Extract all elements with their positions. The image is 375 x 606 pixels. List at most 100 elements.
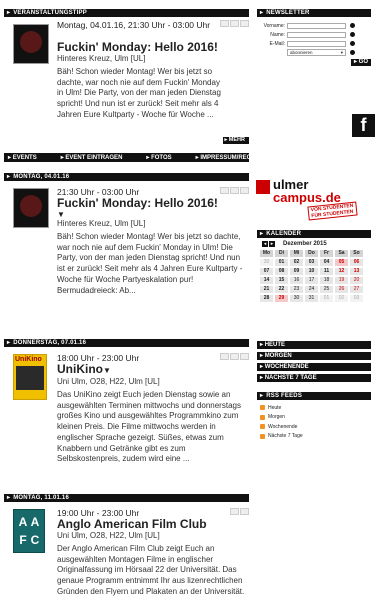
calendar-weekday: So bbox=[350, 250, 363, 257]
rss-icon bbox=[260, 433, 265, 439]
name-label: Name: bbox=[270, 31, 285, 38]
newsletter-form: Vorname: Name: E-Mail: abonnieren ▾ ▸ GO bbox=[257, 21, 371, 66]
rss-header: ▸ RSS FEEDS bbox=[257, 392, 371, 400]
rss-item[interactable]: Wochenende bbox=[257, 422, 371, 432]
calendar-day[interactable]: 19 bbox=[335, 277, 348, 284]
calendar-day[interactable]: 08 bbox=[275, 268, 288, 275]
event-description: Der Anglo American Film Club zeigt Euch … bbox=[57, 544, 245, 596]
kalender-header: ▸ KALENDER bbox=[257, 230, 371, 238]
calendar-weekday: Sa bbox=[335, 250, 348, 257]
event-location[interactable]: Uni Ulm, O28, H22, Ulm [UL] bbox=[57, 531, 249, 541]
tip-event-thumbnail[interactable] bbox=[13, 24, 49, 64]
calendar-day[interactable]: 25 bbox=[320, 286, 333, 293]
calendar-day[interactable]: 05 bbox=[335, 259, 348, 266]
chevron-down-icon[interactable]: ▼ bbox=[57, 210, 249, 219]
calendar-day[interactable]: 20 bbox=[350, 277, 363, 284]
calendar-day[interactable]: 30 bbox=[290, 295, 303, 302]
event-title[interactable]: Fuckin' Monday: Hello 2016! bbox=[57, 197, 249, 210]
newsletter-select[interactable]: abonnieren ▾ bbox=[287, 49, 346, 56]
day-header: ▸ MONTAG, 04.01.16 bbox=[4, 173, 249, 181]
tip-event-location[interactable]: Hinteres Kreuz, Ulm [UL] bbox=[57, 54, 249, 64]
naechste-7-tage-link[interactable]: ▸ NÄCHSTE 7 TAGE bbox=[257, 374, 371, 382]
next-month-button[interactable]: ▸ bbox=[269, 241, 275, 247]
rss-icon bbox=[260, 405, 265, 411]
calendar-grid: Mo Di Mi Do Fr Sa So 30 01 02 03 04 05 06 07 08 09 10 11 12… bbox=[260, 250, 371, 302]
day-header: ▸ DONNERSTAG, 07.01.16 bbox=[4, 339, 249, 347]
tip-event: Montag, 04.01.16, 21:30 Uhr - 03:00 Uhr … bbox=[4, 20, 249, 148]
calendar-day[interactable]: 10 bbox=[305, 268, 318, 275]
calendar-day[interactable]: 11 bbox=[320, 268, 333, 275]
calendar-weekday: Fr bbox=[320, 250, 333, 257]
calendar-day[interactable]: 31 bbox=[305, 295, 318, 302]
calendar-day[interactable]: 04 bbox=[320, 259, 333, 266]
nav-impressum[interactable]: ▸ IMPRESSUM/RECHTLICHES bbox=[192, 154, 281, 161]
event-thumbnail[interactable]: UniKino bbox=[13, 354, 47, 400]
info-icon[interactable] bbox=[350, 41, 355, 46]
calendar-day[interactable]: 13 bbox=[350, 268, 363, 275]
calendar-day[interactable]: 23 bbox=[290, 286, 303, 293]
event-title[interactable]: Anglo American Film Club bbox=[57, 518, 249, 531]
rss-item[interactable]: Nächste 7 Tage bbox=[257, 432, 371, 442]
email-field[interactable] bbox=[287, 40, 346, 47]
calendar-day[interactable]: 06 bbox=[350, 259, 363, 266]
calendar-day[interactable]: 14 bbox=[260, 277, 273, 284]
nav-event-eintragen[interactable]: ▸ EVENT EINTRAGEN bbox=[57, 154, 123, 161]
event-location[interactable]: Hinteres Kreuz, Ulm [UL] bbox=[57, 219, 249, 229]
name-field[interactable] bbox=[287, 31, 346, 38]
newsletter-header: ▸ NEWSLETTER bbox=[257, 9, 371, 17]
calendar-day[interactable]: 27 bbox=[350, 286, 363, 293]
tip-event-time: Montag, 04.01.16, 21:30 Uhr - 03:00 Uhr bbox=[57, 20, 211, 30]
calendar-day[interactable]: 15 bbox=[275, 277, 288, 284]
calendar-day: 01 bbox=[320, 295, 333, 302]
calendar-day[interactable]: 29 bbox=[275, 295, 288, 302]
calendar-day[interactable]: 21 bbox=[260, 286, 273, 293]
vorname-label: Vorname: bbox=[263, 22, 285, 29]
calendar-day[interactable]: 09 bbox=[290, 268, 303, 275]
calendar-day[interactable]: 24 bbox=[305, 286, 318, 293]
nav-events[interactable]: ▸ EVENTS bbox=[4, 154, 37, 161]
morgen-link[interactable]: ▸ MORGEN bbox=[257, 352, 371, 360]
calendar-weekday: Di bbox=[275, 250, 288, 257]
heute-link[interactable]: ▸ HEUTE bbox=[257, 341, 371, 349]
print-icon[interactable] bbox=[240, 20, 249, 27]
mehr-button[interactable]: ▸ MEHR bbox=[222, 137, 249, 144]
event-item: UniKino 18:00 Uhr - 23:00 Uhr UniKino▼ U… bbox=[4, 353, 249, 483]
calendar-day[interactable]: 01 bbox=[275, 259, 288, 266]
vorname-field[interactable] bbox=[287, 22, 346, 29]
calendar-month: Dezember 2015 bbox=[283, 241, 327, 247]
prev-month-button[interactable]: ◂ bbox=[262, 241, 268, 247]
info-icon[interactable] bbox=[350, 32, 355, 37]
event-description: Das UniKino zeigt Euch jeden Dienstag so… bbox=[57, 390, 241, 464]
wochenende-link[interactable]: ▸ WOCHENENDE bbox=[257, 363, 371, 371]
calendar-day[interactable]: 02 bbox=[290, 259, 303, 266]
tip-event-description: Bäh! Schon wieder Montag! Wer bis jetzt … bbox=[57, 67, 221, 119]
event-thumbnail[interactable] bbox=[13, 188, 49, 228]
chevron-down-icon[interactable]: ▼ bbox=[103, 366, 111, 375]
info-icon[interactable] bbox=[350, 50, 355, 55]
tip-event-title[interactable]: Fuckin' Monday: Hello 2016! bbox=[57, 41, 249, 54]
facebook-icon[interactable]: f bbox=[352, 114, 375, 137]
rss-icon bbox=[260, 424, 265, 430]
event-location[interactable]: Uni Ulm, O28, H22, Ulm [UL] bbox=[57, 377, 249, 387]
calendar-day[interactable]: 17 bbox=[305, 277, 318, 284]
calendar-day[interactable]: 07 bbox=[260, 268, 273, 275]
calendar-day: 30 bbox=[260, 259, 273, 266]
calendar-day[interactable]: 12 bbox=[335, 268, 348, 275]
calendar-icon[interactable] bbox=[230, 20, 239, 27]
rss-item[interactable]: Morgen bbox=[257, 413, 371, 423]
calendar-weekday: Do bbox=[305, 250, 318, 257]
email-label: E-Mail: bbox=[269, 40, 285, 47]
info-icon[interactable] bbox=[350, 23, 355, 28]
calendar-day[interactable]: 16 bbox=[290, 277, 303, 284]
ulmercampus-logo[interactable]: ulmer campus.de VON STUDENTEN FÜR STUDENT… bbox=[256, 178, 366, 221]
calendar-day[interactable]: 28 bbox=[260, 295, 273, 302]
go-button[interactable]: ▸ GO bbox=[350, 59, 371, 66]
calendar-day[interactable]: 26 bbox=[335, 286, 348, 293]
event-thumbnail[interactable]: AA FC bbox=[13, 509, 45, 553]
nav-fotos[interactable]: ▸ FOTOS bbox=[142, 154, 171, 161]
rss-item[interactable]: Heute bbox=[257, 403, 371, 413]
calendar-day[interactable]: 22 bbox=[275, 286, 288, 293]
calendar-day[interactable]: 03 bbox=[305, 259, 318, 266]
event-title[interactable]: UniKino▼ bbox=[57, 363, 249, 377]
calendar-day[interactable]: 18 bbox=[320, 277, 333, 284]
